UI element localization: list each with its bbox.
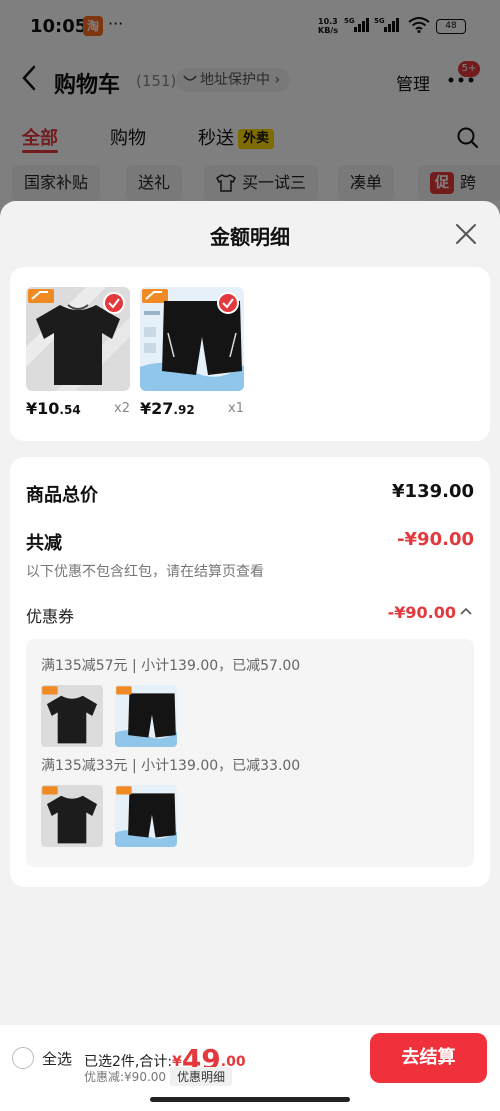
reduce-value: -¥90.00: [397, 529, 474, 550]
network-speed-value: 10.3: [318, 17, 338, 26]
product-price: ¥10.54: [26, 399, 81, 418]
discount-note: 以下优惠不包含红包，请在结算页查看: [26, 564, 264, 580]
network-speed-unit: KB/s: [318, 26, 338, 35]
mini-shorts-image: [115, 785, 177, 847]
product-qty: x1: [228, 401, 244, 416]
product-item[interactable]: ¥10.54 x2: [26, 287, 130, 423]
taobao-app-icon: 淘: [83, 16, 103, 36]
status-bar: 10:05 淘 ··· 10.3 KB/s 5G 5G 48: [0, 0, 500, 50]
coupon-value[interactable]: -¥90.00: [388, 603, 456, 622]
manage-button[interactable]: 管理: [396, 70, 430, 95]
tab-miaosong-label: 秒送: [198, 128, 234, 149]
signal-5g-icon: 5G: [344, 17, 369, 32]
page-title: 购物车: [54, 73, 121, 98]
close-icon[interactable]: [455, 223, 477, 245]
amount-detail-sheet: 金额明细 ¥10.54 x2 ¥27.92 x1 商品总价 ¥139.00 共减…: [0, 201, 500, 1111]
mini-tshirt-image: [41, 685, 103, 747]
cart-count: (151): [136, 72, 177, 90]
chip-national-subsidy[interactable]: 国家补贴: [12, 165, 101, 201]
product-price-row: ¥27.92 x1: [140, 397, 244, 423]
chevron-up-icon[interactable]: [460, 607, 472, 615]
network-speed: 10.3 KB/s: [318, 17, 338, 35]
address-protection-pill[interactable]: 地址保护中 ›: [176, 68, 291, 92]
tab-miaosong[interactable]: 秒送 外卖: [198, 124, 275, 150]
notification-badge: 5+: [458, 61, 480, 77]
total-price-label: 商品总价: [26, 485, 98, 506]
coupon-detail-box: 满135减57元 | 小计139.00，已减57.00 满135减33元 | 小…: [26, 639, 474, 867]
selected-products-card: ¥10.54 x2 ¥27.92 x1: [10, 267, 490, 441]
discount-summary: 优惠减:¥90.00 优惠明细: [84, 1067, 233, 1086]
address-protection-label: 地址保护中 ›: [200, 72, 281, 88]
product-price-int: ¥27: [140, 399, 174, 418]
checked-icon: [217, 292, 239, 314]
search-icon[interactable]: [456, 126, 480, 150]
chip-try-three-label: 买一试三: [242, 173, 307, 192]
coupon-label: 优惠券: [26, 607, 75, 626]
product-image-tshirt: [26, 287, 130, 391]
product-price-int: ¥10: [26, 399, 60, 418]
shirt-icon: [216, 174, 236, 192]
product-price: ¥27.92: [140, 399, 195, 418]
tab-active-underline: [22, 150, 58, 153]
filter-chips: 国家补贴 送礼 买一试三 凑单 促跨: [0, 163, 500, 203]
chip-try-three[interactable]: 买一试三: [204, 165, 319, 201]
more-icon[interactable]: [448, 77, 474, 83]
cart-tabs: 全部 购物 秒送 外卖: [0, 120, 500, 160]
select-all-radio[interactable]: [12, 1047, 34, 1069]
sheet-title: 金额明细: [210, 225, 290, 249]
promo-tag: 促: [430, 172, 454, 194]
mini-tshirt-image: [41, 785, 103, 847]
status-more-dots: ···: [108, 14, 124, 33]
waimai-tag: 外卖: [238, 129, 275, 149]
total-price-value: ¥139.00: [392, 481, 474, 502]
cart-nav-bar: 购物车 (151) 地址保护中 › 管理 5+: [0, 55, 500, 105]
product-item[interactable]: ¥27.92 x1: [140, 287, 244, 423]
signal-5g-icon-2: 5G: [374, 17, 399, 32]
coupon-line: 满135减57元 | 小计139.00，已减57.00: [41, 658, 301, 674]
chip-gift[interactable]: 送礼: [126, 165, 183, 201]
price-breakdown-card: 商品总价 ¥139.00 共减 -¥90.00 以下优惠不包含红包，请在结算页查…: [10, 457, 490, 887]
discount-detail-button[interactable]: 优惠明细: [170, 1067, 233, 1086]
wifi-icon: [408, 17, 430, 33]
checked-icon: [103, 292, 125, 314]
product-qty: x2: [114, 401, 130, 416]
svg-text:5G: 5G: [344, 17, 355, 25]
shield-icon: [183, 75, 197, 81]
tab-all[interactable]: 全部: [22, 124, 58, 150]
tab-shop[interactable]: 购物: [110, 124, 146, 150]
chip-promo[interactable]: 促跨: [418, 165, 500, 201]
checkout-bar: 全选 已选2件,合计:¥49.00 优惠减:¥90.00 优惠明细 去结算: [0, 1025, 500, 1111]
chip-bundle[interactable]: 凑单: [338, 165, 395, 201]
coupon-line: 满135减33元 | 小计139.00，已减33.00: [41, 758, 301, 774]
chip-promo-label: 跨: [460, 173, 477, 192]
mini-shorts-image: [115, 685, 177, 747]
product-price-dec: .54: [59, 403, 81, 417]
battery-icon: 48: [436, 19, 466, 34]
back-arrow-icon[interactable]: [22, 65, 36, 91]
background-page: 10:05 淘 ··· 10.3 KB/s 5G 5G 48 购物车 (151)…: [0, 0, 500, 220]
svg-text:5G: 5G: [374, 17, 385, 25]
reduce-label: 共减: [26, 533, 62, 554]
product-image-shorts: [140, 287, 244, 391]
product-price-dec: .92: [173, 403, 195, 417]
select-all-label[interactable]: 全选: [42, 1048, 72, 1069]
product-price-row: ¥10.54 x2: [26, 397, 130, 423]
home-indicator: [150, 1097, 350, 1102]
status-time: 10:05: [30, 16, 88, 37]
discount-text: 优惠减:¥90.00: [84, 1070, 167, 1084]
checkout-button[interactable]: 去结算: [370, 1033, 487, 1083]
